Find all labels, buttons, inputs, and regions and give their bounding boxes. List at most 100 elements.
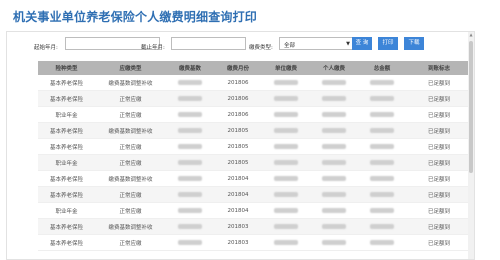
cell-total-masked xyxy=(358,170,406,187)
redacted-value xyxy=(274,143,298,149)
redacted-value xyxy=(322,191,346,197)
cell-total-masked xyxy=(358,138,406,155)
redacted-value xyxy=(178,191,202,197)
redacted-value xyxy=(274,191,298,197)
payment-type-select[interactable]: 全部 ▼ xyxy=(279,37,354,50)
cell-employer-masked xyxy=(262,170,310,187)
redacted-value xyxy=(370,175,394,181)
cell-base-masked xyxy=(166,106,214,123)
arrow-up-icon[interactable]: ▲ xyxy=(468,32,474,38)
cell-arrival-flag: 已足额到 xyxy=(406,218,472,235)
cell-total-masked xyxy=(358,202,406,219)
redacted-value xyxy=(322,143,346,149)
table-row: 基本养老保险 缴费基数调整补收 201804 已足额到 xyxy=(38,170,472,187)
redacted-value xyxy=(370,143,394,149)
table-row: 职业年金 正常应缴 201805 已足额到 xyxy=(38,154,472,171)
cell-base-masked xyxy=(166,154,214,171)
cell-month: 201806 xyxy=(214,106,262,123)
cell-arrival-flag: 已足额到 xyxy=(406,90,472,107)
cell-arrival-flag: 已足额到 xyxy=(406,138,472,155)
cell-base-masked xyxy=(166,122,214,139)
cell-arrival-flag: 已足额到 xyxy=(406,170,472,187)
query-panel: 起始年月: 截止年月: 缴费类型: 全部 ▼ 查 询 打印 下载 险种类型 应缴… xyxy=(6,31,475,260)
redacted-value xyxy=(322,207,346,213)
end-month-label: 截止年月: xyxy=(141,45,165,51)
col-base: 缴费基数 xyxy=(166,61,214,75)
cell-total-masked xyxy=(358,234,406,251)
cell-insurance-type: 基本养老保险 xyxy=(38,218,95,235)
cell-due-type: 缴费基数调整补收 xyxy=(95,218,166,235)
cell-employer-masked xyxy=(262,186,310,203)
cell-insurance-type: 基本养老保险 xyxy=(38,186,95,203)
cell-total-masked xyxy=(358,154,406,171)
cell-employer-masked xyxy=(262,106,310,123)
table-row: 职业年金 正常应缴 201806 已足额到 xyxy=(38,106,472,123)
cell-employer-masked xyxy=(262,218,310,235)
cell-personal-masked xyxy=(310,202,358,219)
redacted-value xyxy=(178,127,202,133)
redacted-value xyxy=(178,159,202,165)
download-button[interactable]: 下载 xyxy=(404,37,424,50)
cell-month: 201803 xyxy=(214,234,262,251)
cell-total-masked xyxy=(358,106,406,123)
redacted-value xyxy=(274,159,298,165)
cell-month: 201805 xyxy=(214,138,262,155)
table-row: 基本养老保险 正常应缴 201805 已足额到 xyxy=(38,138,472,155)
cell-personal-masked xyxy=(310,218,358,235)
redacted-value xyxy=(178,111,202,117)
cell-due-type: 正常应缴 xyxy=(95,90,166,107)
end-month-input[interactable] xyxy=(171,37,246,50)
cell-arrival-flag: 已足额到 xyxy=(406,154,472,171)
vertical-scrollbar[interactable]: ▲ xyxy=(468,32,474,259)
redacted-value xyxy=(370,191,394,197)
cell-insurance-type: 基本养老保险 xyxy=(38,138,95,155)
cell-due-type: 缴费基数调整补收 xyxy=(95,75,166,91)
cell-total-masked xyxy=(358,90,406,107)
cell-employer-masked xyxy=(262,154,310,171)
redacted-value xyxy=(322,79,346,85)
cell-personal-masked xyxy=(310,75,358,91)
cell-employer-masked xyxy=(262,138,310,155)
redacted-value xyxy=(178,95,202,101)
redacted-value xyxy=(370,127,394,133)
cell-insurance-type: 职业年金 xyxy=(38,202,95,219)
cell-personal-masked xyxy=(310,154,358,171)
cell-personal-masked xyxy=(310,234,358,251)
cell-total-masked xyxy=(358,122,406,139)
cell-personal-masked xyxy=(310,186,358,203)
print-button[interactable]: 打印 xyxy=(378,37,398,50)
redacted-value xyxy=(274,239,298,245)
cell-insurance-type: 基本养老保险 xyxy=(38,75,95,91)
redacted-value xyxy=(370,159,394,165)
cell-arrival-flag: 已足额到 xyxy=(406,186,472,203)
table-body: 基本养老保险 缴费基数调整补收 201806 已足额到 基本养老保险 正常应缴 201806… xyxy=(38,75,472,251)
redacted-value xyxy=(322,239,346,245)
search-button[interactable]: 查 询 xyxy=(352,37,372,50)
cell-due-type: 缴费基数调整补收 xyxy=(95,122,166,139)
cell-employer-masked xyxy=(262,122,310,139)
cell-personal-masked xyxy=(310,90,358,107)
cell-insurance-type: 基本养老保险 xyxy=(38,90,95,107)
redacted-value xyxy=(178,143,202,149)
cell-employer-masked xyxy=(262,90,310,107)
table-row: 基本养老保险 正常应缴 201806 已足额到 xyxy=(38,90,472,107)
redacted-value xyxy=(370,223,394,229)
redacted-value xyxy=(370,111,394,117)
cell-month: 201804 xyxy=(214,170,262,187)
cell-month: 201805 xyxy=(214,122,262,139)
table-header-row: 险种类型 应缴类型 缴费基数 缴费月份 单位缴费 个人缴费 总金额 到账标志 xyxy=(38,61,472,75)
cell-base-masked xyxy=(166,186,214,203)
start-month-label: 起始年月: xyxy=(34,45,58,51)
cell-month: 201806 xyxy=(214,75,262,91)
cell-employer-masked xyxy=(262,202,310,219)
cell-personal-masked xyxy=(310,170,358,187)
cell-due-type: 正常应缴 xyxy=(95,186,166,203)
table-row: 基本养老保险 正常应缴 201803 已足额到 xyxy=(38,234,472,251)
scroll-thumb[interactable] xyxy=(469,41,473,173)
cell-employer-masked xyxy=(262,75,310,91)
payment-table: 险种类型 应缴类型 缴费基数 缴费月份 单位缴费 个人缴费 总金额 到账标志 基… xyxy=(38,61,472,259)
table-row: 基本养老保险 缴费基数调整补收 201806 已足额到 xyxy=(38,75,472,91)
cell-arrival-flag: 已足额到 xyxy=(406,75,472,91)
cell-due-type: 正常应缴 xyxy=(95,154,166,171)
redacted-value xyxy=(370,95,394,101)
